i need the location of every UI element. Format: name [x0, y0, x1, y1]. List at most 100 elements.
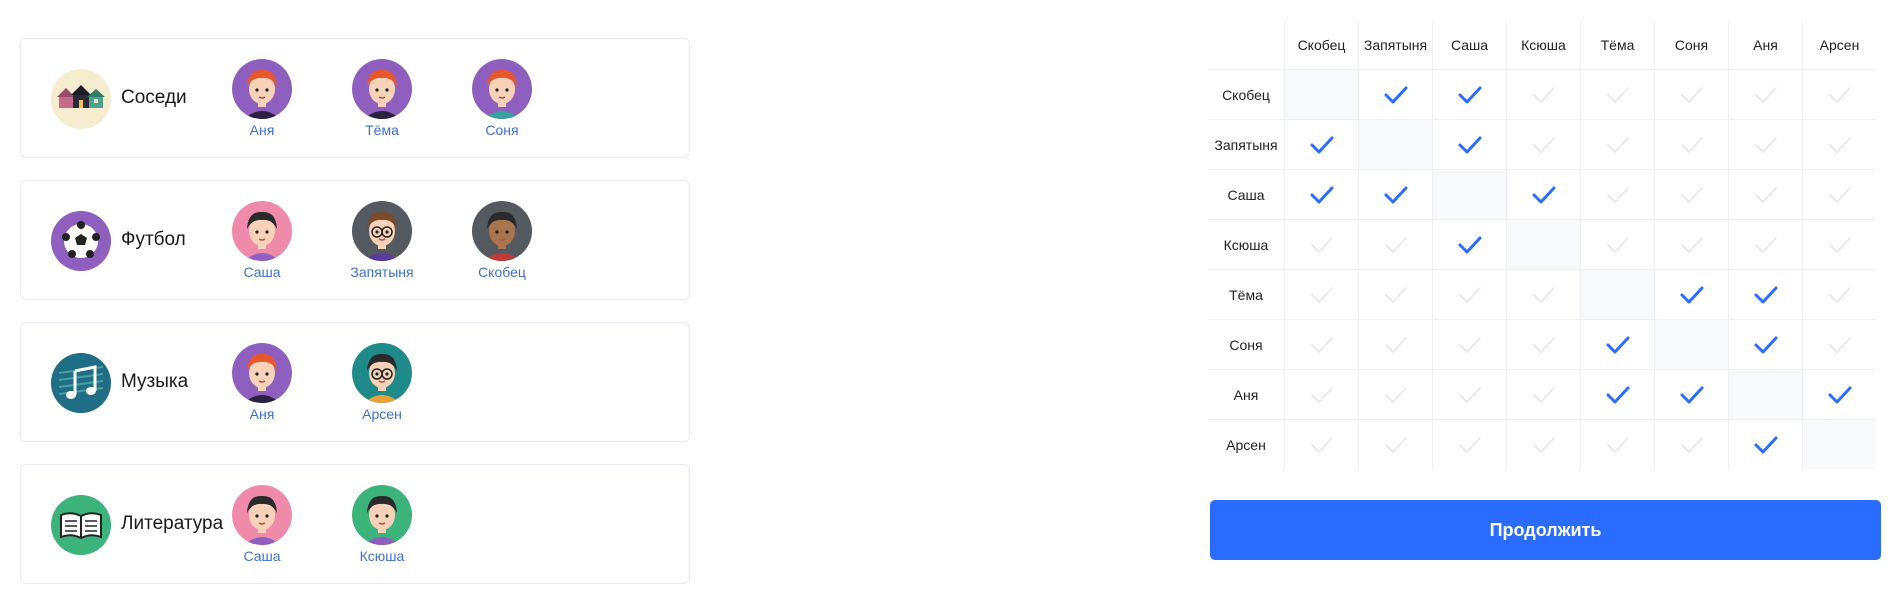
group-member[interactable]: Соня — [447, 59, 557, 138]
open-book-icon — [51, 495, 111, 555]
check-on-icon[interactable] — [1654, 369, 1729, 420]
matrix-diagonal-cell — [1728, 369, 1803, 420]
check-off-icon[interactable] — [1580, 69, 1655, 120]
check-on-icon[interactable] — [1358, 69, 1433, 120]
matrix-column-header: Запятыня — [1358, 20, 1433, 70]
check-off-icon[interactable] — [1506, 369, 1581, 420]
check-on-icon[interactable] — [1654, 269, 1729, 320]
matrix-diagonal-cell — [1358, 119, 1433, 170]
check-on-icon[interactable] — [1284, 169, 1359, 220]
matrix-table: Скобец Запятыня Саша Ксюша Тёма Соня Аня Арсен С… — [1208, 20, 1876, 469]
continue-button[interactable]: Продолжить — [1210, 500, 1881, 560]
check-off-icon[interactable] — [1506, 319, 1581, 370]
check-off-icon[interactable] — [1284, 419, 1359, 469]
group-member[interactable]: Аня — [207, 343, 317, 422]
avatar — [352, 343, 412, 403]
check-off-icon[interactable] — [1432, 369, 1507, 420]
check-off-icon[interactable] — [1654, 69, 1729, 120]
avatar — [232, 343, 292, 403]
check-off-icon[interactable] — [1802, 319, 1876, 370]
check-on-icon[interactable] — [1432, 119, 1507, 170]
houses-icon — [51, 69, 111, 129]
group-card: Литература Саша Ксюша — [20, 464, 690, 584]
group-member[interactable]: Аня — [207, 59, 317, 138]
member-name: Ксюша — [359, 548, 405, 564]
check-on-icon[interactable] — [1358, 169, 1433, 220]
matrix-row: Запятыня — [1208, 119, 1876, 170]
check-off-icon[interactable] — [1358, 219, 1433, 270]
check-off-icon[interactable] — [1580, 169, 1655, 220]
check-off-icon[interactable] — [1802, 219, 1876, 270]
check-off-icon[interactable] — [1358, 369, 1433, 420]
matrix-corner — [1208, 20, 1285, 70]
check-off-icon[interactable] — [1728, 169, 1803, 220]
check-off-icon[interactable] — [1580, 219, 1655, 270]
check-on-icon[interactable] — [1580, 369, 1655, 420]
matrix-row-header: Ксюша — [1208, 219, 1285, 270]
group-member[interactable]: Саша — [207, 201, 317, 280]
check-off-icon[interactable] — [1654, 219, 1729, 270]
group-member[interactable]: Арсен — [327, 343, 437, 422]
matrix-row: Скобец — [1208, 69, 1876, 120]
group-name: Футбол — [121, 229, 186, 250]
groups-list: Соседи Аня Тёма Соня Футбол Саша Запятын… — [20, 38, 690, 606]
check-off-icon[interactable] — [1654, 419, 1729, 469]
check-on-icon[interactable] — [1728, 319, 1803, 370]
group-member[interactable]: Скобец — [447, 201, 557, 280]
check-on-icon[interactable] — [1432, 219, 1507, 270]
avatar — [232, 59, 292, 119]
check-on-icon[interactable] — [1802, 369, 1876, 420]
check-off-icon[interactable] — [1432, 419, 1507, 469]
check-off-icon[interactable] — [1432, 319, 1507, 370]
member-name: Тёма — [365, 122, 399, 138]
check-off-icon[interactable] — [1506, 119, 1581, 170]
member-name: Соня — [485, 122, 519, 138]
check-off-icon[interactable] — [1358, 319, 1433, 370]
matrix-row-header: Скобец — [1208, 69, 1285, 120]
avatar — [352, 59, 412, 119]
check-on-icon[interactable] — [1728, 269, 1803, 320]
matrix-row-header: Тёма — [1208, 269, 1285, 320]
check-on-icon[interactable] — [1580, 319, 1655, 370]
check-off-icon[interactable] — [1506, 269, 1581, 320]
check-off-icon[interactable] — [1284, 319, 1359, 370]
member-name: Арсен — [362, 406, 402, 422]
group-member[interactable]: Саша — [207, 485, 317, 564]
matrix-row-header: Саша — [1208, 169, 1285, 220]
check-off-icon[interactable] — [1432, 269, 1507, 320]
check-off-icon[interactable] — [1358, 269, 1433, 320]
check-on-icon[interactable] — [1284, 119, 1359, 170]
matrix-diagonal-cell — [1284, 69, 1359, 120]
check-off-icon[interactable] — [1284, 269, 1359, 320]
check-off-icon[interactable] — [1654, 119, 1729, 170]
check-off-icon[interactable] — [1580, 119, 1655, 170]
check-off-icon[interactable] — [1728, 69, 1803, 120]
check-on-icon[interactable] — [1728, 419, 1803, 469]
check-off-icon[interactable] — [1802, 69, 1876, 120]
matrix-diagonal-cell — [1654, 319, 1729, 370]
matrix-row: Ксюша — [1208, 219, 1876, 270]
matrix-column-header: Скобец — [1284, 20, 1359, 70]
check-off-icon[interactable] — [1802, 169, 1876, 220]
check-off-icon[interactable] — [1728, 219, 1803, 270]
check-off-icon[interactable] — [1580, 419, 1655, 469]
check-off-icon[interactable] — [1802, 119, 1876, 170]
check-off-icon[interactable] — [1506, 419, 1581, 469]
check-on-icon[interactable] — [1432, 69, 1507, 120]
check-off-icon[interactable] — [1284, 219, 1359, 270]
group-member[interactable]: Тёма — [327, 59, 437, 138]
matrix-diagonal-cell — [1802, 419, 1876, 469]
matrix-diagonal-cell — [1580, 269, 1655, 320]
group-member[interactable]: Ксюша — [327, 485, 437, 564]
check-off-icon[interactable] — [1654, 169, 1729, 220]
check-off-icon[interactable] — [1728, 119, 1803, 170]
check-off-icon[interactable] — [1284, 369, 1359, 420]
matrix-row: Саша — [1208, 169, 1876, 220]
check-off-icon[interactable] — [1358, 419, 1433, 469]
group-member[interactable]: Запятыня — [327, 201, 437, 280]
matrix-row-header: Соня — [1208, 319, 1285, 370]
check-on-icon[interactable] — [1506, 169, 1581, 220]
check-off-icon[interactable] — [1802, 269, 1876, 320]
group-name: Музыка — [121, 371, 189, 392]
check-off-icon[interactable] — [1506, 69, 1581, 120]
